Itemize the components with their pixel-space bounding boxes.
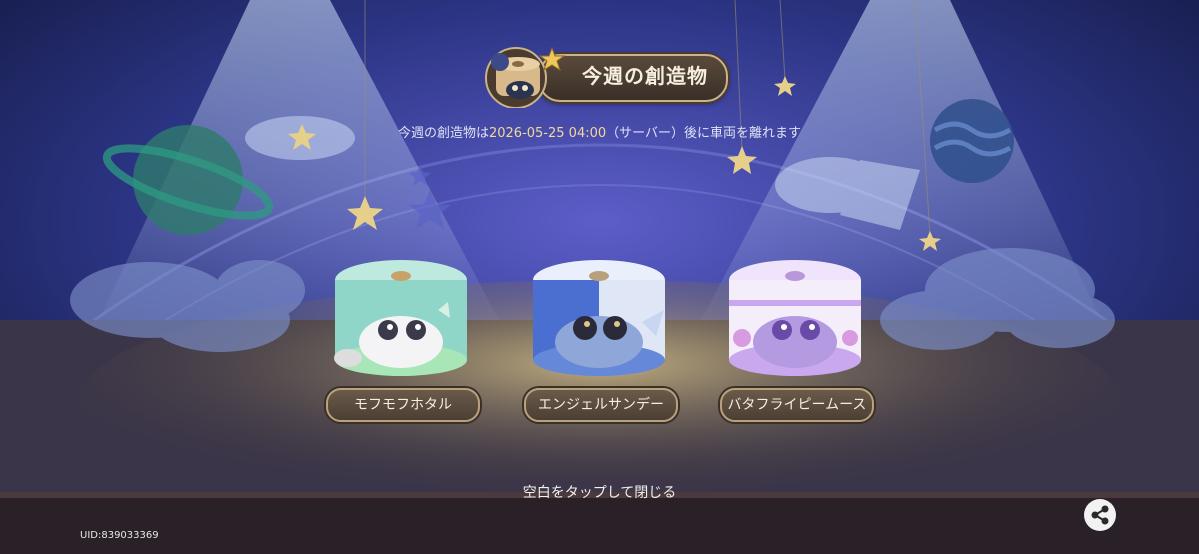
creature-card-2[interactable] [524,250,674,380]
creature-card-3[interactable] [720,250,870,380]
blue-cake-creature-icon [533,260,665,376]
departure-notice-prefix: 今週の創造物は [397,126,489,141]
purple-cake-creature-icon [729,260,861,376]
share-icon [1085,500,1115,530]
departure-datetime: 2026-05-25 04:00 [488,126,607,141]
departure-notice-suffix: （サーバー）後に車両を離れます [606,126,802,141]
creature-name-button-3[interactable]: バタフライピームース [720,388,874,422]
creature-name-button-1[interactable]: モフモフホタル [326,388,480,422]
creature-name-button-2[interactable]: エンジェルサンデー [524,388,678,422]
mint-cake-creature-icon [334,260,467,376]
creature-card-1[interactable] [326,250,476,380]
user-id-label: UID:839033369 [80,530,159,541]
cake-creature-emblem-icon [485,46,566,108]
share-button[interactable] [1084,499,1116,531]
page-title: 今週の創造物 [582,64,708,88]
tap-to-close-hint: 空白をタップして閉じる [522,485,677,501]
title-banner: 今週の創造物 [474,44,728,108]
departure-notice: 今週の創造物は2026-05-25 04:00（サーバー）後に車両を離れます [0,122,1199,141]
creature-showcase-screen[interactable]: 今週の創造物 今週の創造物は2026-05-25 04:00（サーバー）後に車両… [0,0,1199,554]
